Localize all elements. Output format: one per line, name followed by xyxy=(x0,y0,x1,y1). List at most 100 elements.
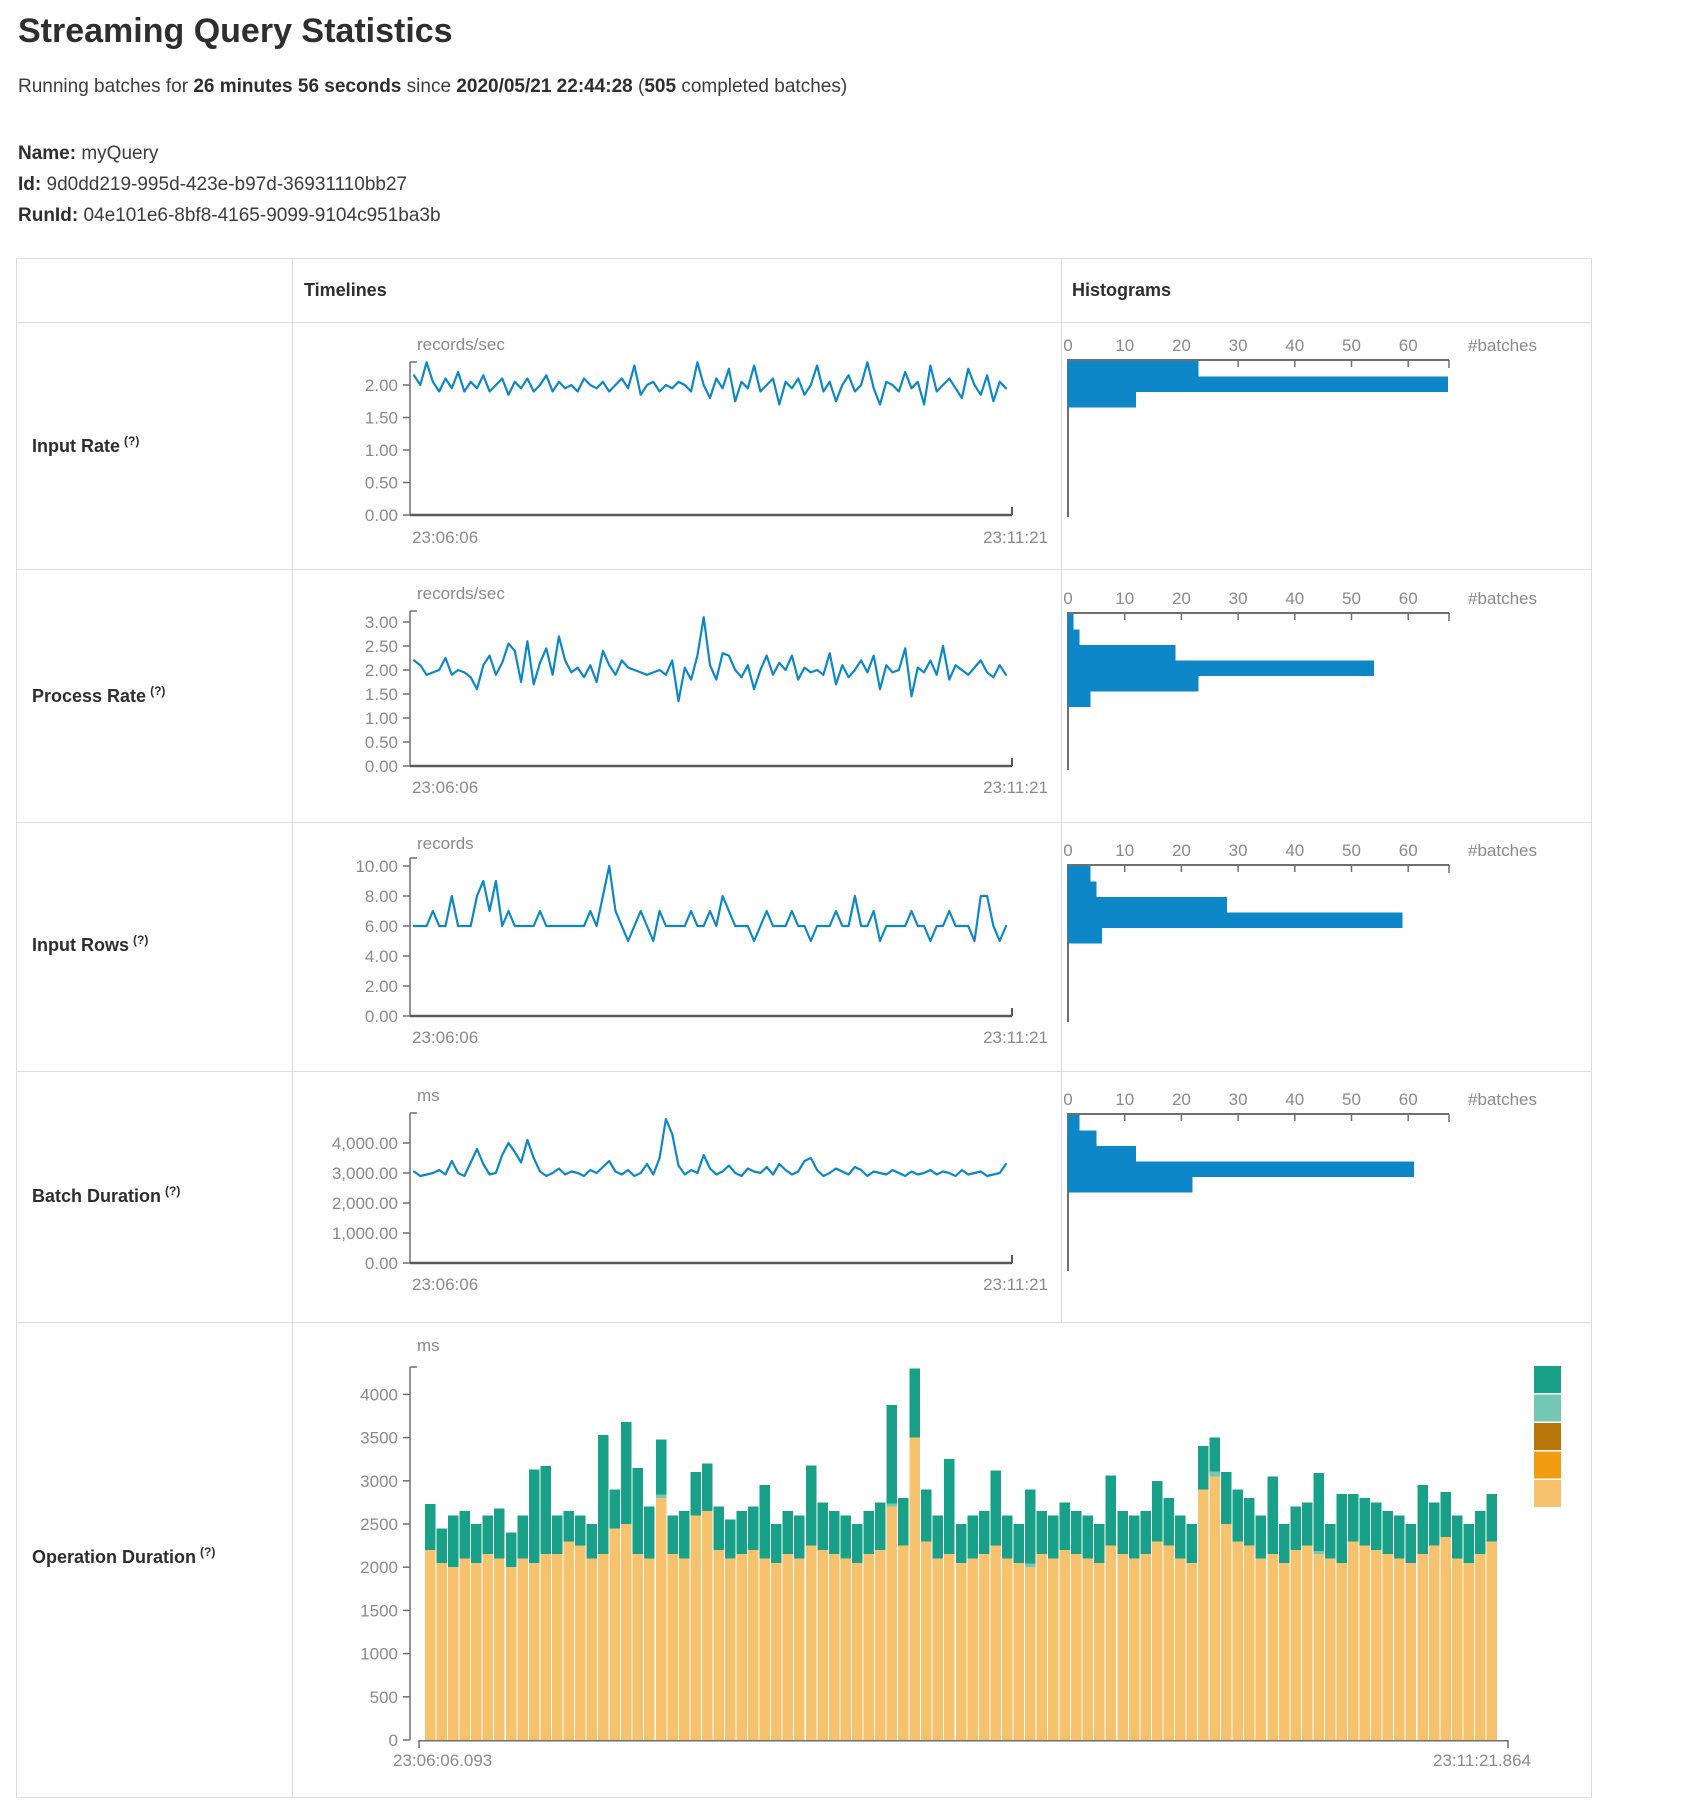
y-tick-label: 4.00 xyxy=(365,947,398,966)
y-tick-label: 1000 xyxy=(360,1645,398,1664)
stacked-bar-segment-stack-bottom xyxy=(806,1546,817,1740)
help-tooltip-icon[interactable]: (?) xyxy=(124,434,139,448)
stacked-bar-segment-stack-top xyxy=(1106,1476,1117,1546)
stacked-bar-segment-stack-middle xyxy=(887,1503,898,1506)
histogram-bar xyxy=(1068,866,1091,882)
stacked-bar-segment-stack-top xyxy=(563,1511,574,1541)
column-header-timelines: Timelines xyxy=(304,280,387,301)
input-rate-timeline-chart: records/sec2.001.501.000.500.0023:06:062… xyxy=(293,322,1061,569)
x-tick-label: 20 xyxy=(1172,1090,1191,1109)
name-label: Name: xyxy=(18,143,76,164)
histogram-bar xyxy=(1068,614,1074,630)
stacked-bar-segment-stack-top xyxy=(1198,1446,1209,1489)
y-tick-label: 0.00 xyxy=(365,1254,398,1273)
stacked-bar-segment-stack-bottom xyxy=(667,1554,678,1740)
stacked-bar-segment-stack-top xyxy=(437,1528,448,1563)
stacked-bar-segment-stack-bottom xyxy=(794,1559,805,1740)
stacked-bar-segment-stack-top xyxy=(898,1498,909,1546)
histogram-bar xyxy=(1068,1115,1079,1131)
stacked-bar-segment-stack-top xyxy=(1279,1524,1290,1563)
legend-swatch-orange xyxy=(1534,1452,1561,1479)
x-tick-label: 0 xyxy=(1063,589,1072,608)
x-tick-label: 30 xyxy=(1229,336,1248,355)
stacked-bar-segment-stack-top xyxy=(1325,1524,1336,1559)
batch-duration-histogram-chart: 0102030405060#batches xyxy=(1061,1071,1591,1322)
histogram-bar xyxy=(1068,1177,1193,1193)
stacked-bar-segment-stack-bottom xyxy=(852,1563,863,1740)
stacked-bar-segment-stack-top xyxy=(840,1515,851,1558)
histogram-bar xyxy=(1068,645,1176,661)
stacked-bar-segment-stack-top xyxy=(1175,1515,1186,1558)
x-tick-label: 20 xyxy=(1172,589,1191,608)
stacked-bar-segment-stack-bottom xyxy=(690,1515,701,1740)
y-tick-label: 1.00 xyxy=(365,709,398,728)
help-tooltip-icon[interactable]: (?) xyxy=(200,1545,215,1559)
stacked-bar-segment-stack-bottom xyxy=(656,1498,667,1740)
stacked-bar-segment-stack-bottom xyxy=(921,1541,932,1740)
stacked-bar-segment-stack-top xyxy=(540,1466,551,1554)
histogram-bar xyxy=(1068,882,1096,898)
stacked-bar-segment-stack-top xyxy=(1452,1515,1463,1558)
stacked-bar-segment-stack-top xyxy=(1210,1438,1221,1472)
stacked-bar-segment-stack-top xyxy=(1463,1524,1474,1563)
stacked-bar-segment-stack-bottom xyxy=(506,1567,517,1740)
y-tick-label: 1.00 xyxy=(365,441,398,460)
stacked-bar-segment-stack-top xyxy=(1383,1511,1394,1554)
stacked-bar-segment-stack-top xyxy=(1071,1511,1082,1554)
row-label-operation-duration: Operation Duration(?) xyxy=(32,1545,215,1568)
stacked-bar-segment-stack-top xyxy=(644,1507,655,1559)
stacked-bar-segment-stack-top xyxy=(656,1439,667,1494)
stacked-bar-segment-stack-bottom xyxy=(644,1559,655,1740)
y-tick-label: 0.00 xyxy=(365,757,398,776)
row-label-process-rate: Process Rate(?) xyxy=(32,684,165,707)
timeline-series xyxy=(414,362,1006,404)
stacked-bar-segment-stack-bottom xyxy=(1129,1559,1140,1740)
process-rate-histogram-chart: 0102030405060#batches xyxy=(1061,569,1591,822)
stacked-bar-segment-stack-top xyxy=(1002,1515,1013,1558)
start-time: 2020/05/21 22:44:28 xyxy=(456,76,632,97)
y-tick-label: 1.50 xyxy=(365,685,398,704)
summary-text: since xyxy=(401,76,456,97)
stacked-bar-segment-stack-bottom xyxy=(1371,1550,1382,1740)
stacked-bar-segment-stack-bottom xyxy=(1313,1554,1324,1740)
stacked-bar-segment-stack-bottom xyxy=(1290,1550,1301,1740)
y-tick-label: 0.50 xyxy=(365,474,398,493)
stacked-bar-segment-stack-top xyxy=(990,1470,1001,1545)
help-tooltip-icon[interactable]: (?) xyxy=(150,684,165,698)
y-tick-label: 1,000.00 xyxy=(332,1224,398,1243)
histogram-bar xyxy=(1068,1162,1414,1178)
help-tooltip-icon[interactable]: (?) xyxy=(133,933,148,947)
stacked-bar-segment-stack-top xyxy=(748,1507,759,1550)
x-tick-label: 40 xyxy=(1285,841,1304,860)
stacked-bar-segment-stack-bottom xyxy=(483,1554,494,1740)
stacked-bar-segment-stack-bottom xyxy=(1071,1554,1082,1740)
stacked-bar-segment-stack-top xyxy=(1187,1524,1198,1563)
stacked-bar-segment-stack-bottom xyxy=(783,1554,794,1740)
stacked-bar-segment-stack-top xyxy=(679,1511,690,1559)
stacked-bar-segment-stack-top xyxy=(1048,1515,1059,1558)
query-meta: Name: myQuery Id: 9d0dd219-995d-423e-b97… xyxy=(18,138,441,231)
x-end-label: 23:11:21 xyxy=(983,778,1048,797)
stacked-bar-segment-stack-top xyxy=(829,1511,840,1554)
x-tick-label: 20 xyxy=(1172,336,1191,355)
x-tick-label: 10 xyxy=(1115,1090,1134,1109)
stacked-bar-segment-stack-top xyxy=(425,1504,436,1550)
help-tooltip-icon[interactable]: (?) xyxy=(165,1184,180,1198)
row-label-text: Input Rate xyxy=(32,436,120,456)
histogram-bar xyxy=(1068,630,1079,646)
y-tick-label: 3500 xyxy=(360,1429,398,1448)
stacked-bar-segment-stack-bottom xyxy=(529,1563,540,1740)
stacked-bar-segment-stack-top xyxy=(448,1515,459,1567)
stacked-bar-segment-stack-top xyxy=(610,1489,621,1528)
stacked-bar-segment-stack-bottom xyxy=(979,1554,990,1740)
stacked-bar-segment-stack-bottom xyxy=(1406,1563,1417,1740)
id-value: 9d0dd219-995d-423e-b97d-36931110bb27 xyxy=(47,174,408,195)
stacked-bar-segment-stack-bottom xyxy=(1267,1554,1278,1740)
stacked-bar-segment-stack-top xyxy=(1290,1507,1301,1550)
stacked-bar-segment-stack-bottom xyxy=(1360,1546,1371,1740)
x-tick-label: 10 xyxy=(1115,841,1134,860)
y-tick-label: 4000 xyxy=(360,1385,398,1404)
completed-batches-count: 505 xyxy=(644,76,676,97)
x-tick-label: 40 xyxy=(1285,589,1304,608)
stacked-bar-segment-stack-top xyxy=(1140,1511,1151,1554)
